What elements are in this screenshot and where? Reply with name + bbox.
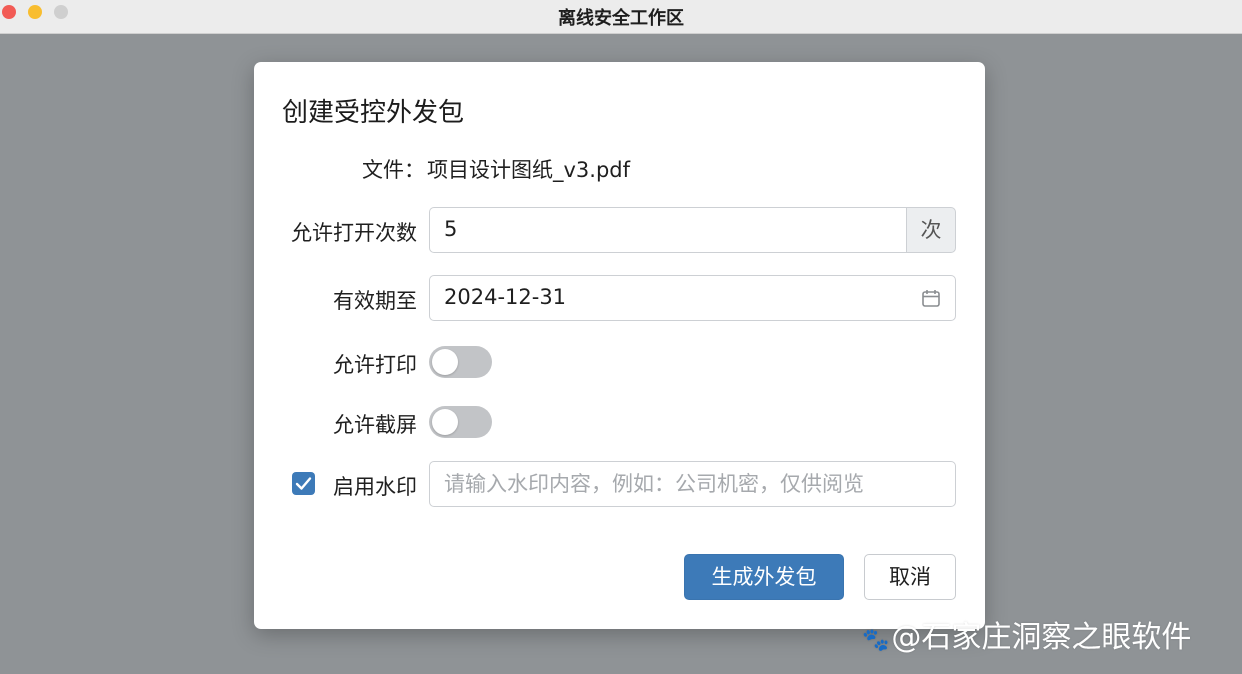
allow-screenshot-toggle[interactable] [429,406,492,438]
generate-package-button[interactable]: 生成外发包 [684,554,844,600]
title-bar: 离线安全工作区 [0,0,1242,34]
cancel-button[interactable]: 取消 [864,554,956,600]
calendar-icon[interactable] [921,288,941,308]
watermark-text-input[interactable] [429,461,956,507]
watermark-checkbox[interactable] [292,472,315,495]
allow-screenshot-label: 允许截屏 [333,413,417,437]
dialog-title: 创建受控外发包 [282,98,465,128]
create-package-dialog: 创建受控外发包 文件：项目设计图纸_v3.pdf 允许打开次数 5 次 有效期至… [254,62,985,629]
open-count-unit: 次 [906,207,956,253]
file-label: 文件： [362,158,425,182]
allow-print-label: 允许打印 [333,353,417,377]
open-count-label: 允许打开次数 [291,221,417,245]
check-icon [295,477,312,490]
file-info: 文件：项目设计图纸_v3.pdf [362,154,630,184]
open-count-value: 5 [444,217,458,241]
paw-logo-icon: 🐾 [862,628,890,653]
watermark-label: 启用水印 [333,475,417,499]
brand-watermark: 🐾@石家庄洞察之眼软件 [862,612,1191,656]
expiry-label: 有效期至 [333,289,417,313]
expiry-date-value: 2024-12-31 [444,285,567,309]
brand-text: @石家庄洞察之眼软件 [891,620,1192,655]
expiry-date-input[interactable]: 2024-12-31 [429,275,956,321]
file-name: 项目设计图纸_v3.pdf [427,158,631,182]
window-title: 离线安全工作区 [558,8,684,29]
open-count-input[interactable]: 5 [429,207,907,253]
toggle-knob [432,409,458,435]
allow-print-toggle[interactable] [429,346,492,378]
toggle-knob [432,349,458,375]
